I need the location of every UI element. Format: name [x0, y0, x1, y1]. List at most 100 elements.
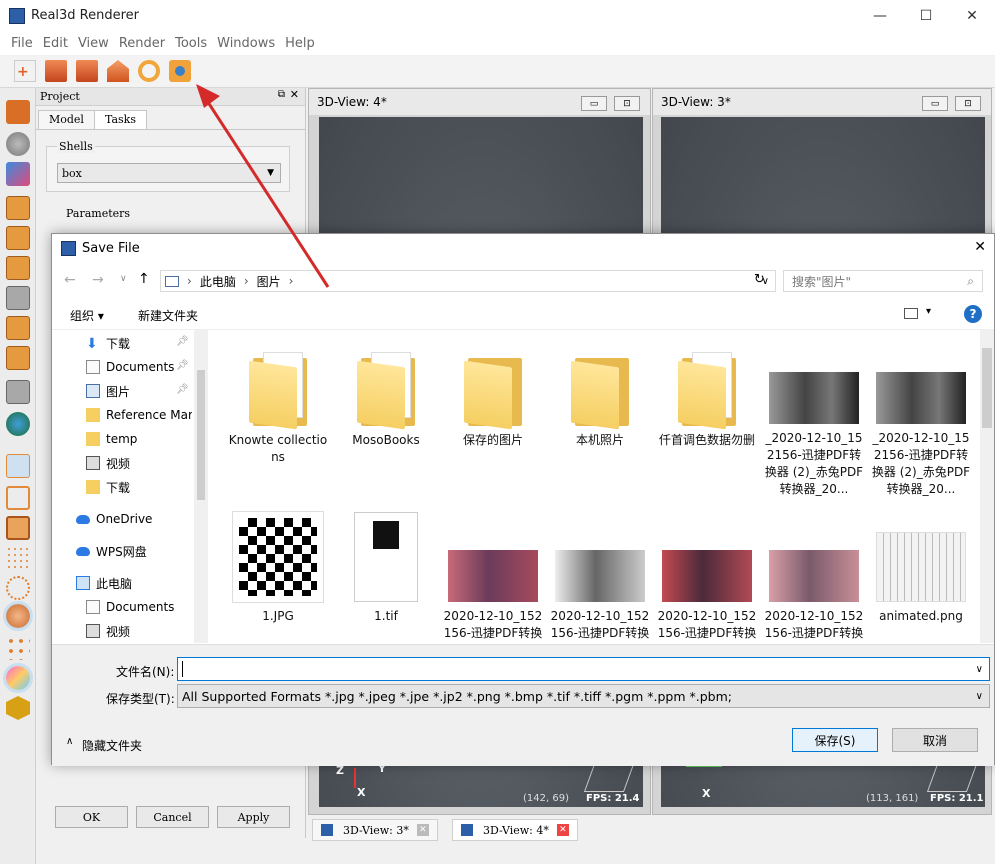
network-icon[interactable] — [6, 636, 30, 660]
file-list-scroll-thumb[interactable] — [982, 348, 992, 428]
menu-help[interactable]: Help — [285, 36, 315, 51]
file-list-scrollbar[interactable] — [980, 330, 994, 643]
back-arrow-icon[interactable]: ← — [64, 272, 76, 288]
grid-box-4-icon[interactable] — [6, 286, 30, 310]
file-tile[interactable]: 1.JPG — [228, 511, 328, 643]
refresh-address-icon[interactable]: ↻ — [754, 272, 765, 287]
tab-3d-view-3[interactable]: 3D-View: 3* ✕ — [312, 819, 438, 841]
nav-item-downloads-2[interactable]: 下载 — [86, 476, 130, 498]
file-tile[interactable]: 仟首调色数据勿删 — [657, 350, 757, 484]
pin-icon[interactable]: 📌︎ — [176, 384, 189, 395]
file-tile[interactable]: 本机照片 — [550, 350, 650, 484]
chevron-down-icon[interactable]: ∨ — [976, 664, 983, 675]
file-tile[interactable]: 2020-12-10_152156-迅捷PDF转换器 (2)_赤兔 — [443, 512, 543, 643]
grid-box-5-icon[interactable] — [6, 316, 30, 340]
nav-item-pc-documents[interactable]: Documents — [86, 596, 174, 618]
close-tab-3-icon[interactable]: ✕ — [416, 824, 429, 836]
nav-item-videos[interactable]: 视频 — [86, 452, 130, 474]
nav-scrollbar[interactable] — [194, 330, 208, 643]
recent-chevron-icon[interactable]: ∨ — [120, 274, 127, 284]
maximize-button[interactable]: ☐ — [903, 0, 949, 31]
grid-box-1-icon[interactable] — [6, 196, 30, 220]
cancel-button[interactable]: 取消 — [892, 728, 978, 752]
up-arrow-icon[interactable]: ↑ — [138, 271, 150, 287]
file-tile[interactable]: 2020-12-10_152156-迅捷PDF转换器 (2)_赤兔 — [550, 512, 650, 643]
cube-tool-icon[interactable] — [6, 100, 30, 124]
points-icon[interactable] — [6, 546, 30, 570]
filename-input[interactable]: ∨ — [177, 657, 990, 681]
pin-icon[interactable]: 📌︎ — [176, 336, 189, 347]
file-tile[interactable]: _2020-12-10_152156-迅捷PDF转换器 (2)_赤兔PDF转换器… — [871, 350, 971, 498]
new-folder-button[interactable]: 新建文件夹 — [138, 307, 198, 324]
new-project-icon[interactable]: + — [14, 60, 36, 82]
file-tile[interactable]: animated.png — [871, 512, 971, 643]
help-icon[interactable]: ? — [964, 305, 982, 323]
add-model-icon[interactable] — [76, 60, 98, 82]
minimize-button[interactable]: — — [857, 0, 903, 31]
tab-tasks[interactable]: Tasks — [93, 110, 147, 129]
open-project-icon[interactable] — [45, 60, 67, 82]
dialog-close-button[interactable]: ✕ — [974, 239, 986, 255]
organize-menu[interactable]: 组织 ▾ — [70, 307, 104, 324]
hide-folders-button[interactable]: 隐藏文件夹 — [82, 737, 142, 754]
import-scene-icon[interactable] — [107, 60, 129, 82]
file-tile[interactable]: MosoBooks — [336, 350, 436, 484]
panel-cancel-button[interactable]: Cancel — [136, 806, 209, 828]
nav-item-onedrive[interactable]: OneDrive — [76, 508, 152, 530]
file-tile[interactable]: 1.tif — [336, 512, 436, 643]
file-tile[interactable]: 2020-12-10_152156-迅捷PDF转换器 (2)_赤兔 — [764, 512, 864, 643]
view-left-minimize-button[interactable]: ▭ — [581, 96, 607, 111]
nav-item-documents[interactable]: Documents — [86, 356, 174, 378]
close-tab-4-icon[interactable]: ✕ — [556, 824, 569, 836]
menu-edit[interactable]: Edit — [43, 36, 68, 51]
pin-icon[interactable]: 📌︎ — [176, 360, 189, 371]
wire-2-icon[interactable] — [6, 516, 30, 540]
nav-item-pictures[interactable]: 图片 — [86, 380, 130, 402]
grid-box-3-icon[interactable] — [6, 256, 30, 280]
save-button[interactable]: 保存(S) — [792, 728, 878, 752]
nav-item-wps[interactable]: WPS网盘 — [76, 540, 147, 562]
nav-item-temp[interactable]: temp — [86, 428, 137, 450]
tab-3d-view-4[interactable]: 3D-View: 4* ✕ — [452, 819, 578, 841]
close-button[interactable]: ✕ — [949, 0, 995, 31]
color-sphere-icon[interactable] — [3, 663, 33, 693]
globe-tool-icon[interactable] — [6, 412, 30, 436]
grid-box-7-icon[interactable] — [6, 380, 30, 404]
nav-scroll-thumb[interactable] — [197, 370, 205, 500]
view-right-minimize-button[interactable]: ▭ — [922, 96, 948, 111]
search-input[interactable]: 搜索"图片" ⌕ — [783, 270, 983, 292]
view-right-maximize-button[interactable]: ⊡ — [955, 96, 981, 111]
chevron-up-icon[interactable]: ∧ — [66, 736, 73, 747]
menu-windows[interactable]: Windows — [217, 36, 275, 51]
hex-box-icon[interactable] — [6, 696, 30, 720]
nav-item-reference[interactable]: Reference Mar — [86, 404, 192, 426]
nav-item-pc-videos[interactable]: 视频 — [86, 620, 130, 642]
wireframe-box-icon[interactable] — [6, 454, 30, 478]
grid-box-2-icon[interactable] — [6, 226, 30, 250]
tab-model[interactable]: Model — [38, 110, 95, 129]
file-tile[interactable]: 2020-12-10_152156-迅捷PDF转换器 (2)_赤兔 — [657, 512, 757, 643]
view-mode-icon[interactable] — [904, 308, 918, 319]
menu-view[interactable]: View — [78, 36, 109, 51]
view-left-maximize-button[interactable]: ⊡ — [614, 96, 640, 111]
menu-tools[interactable]: Tools — [175, 36, 207, 51]
forward-arrow-icon[interactable]: → — [92, 272, 104, 288]
ok-button[interactable]: OK — [55, 806, 128, 828]
view-mode-chevron-icon[interactable]: ▾ — [926, 306, 931, 317]
dotted-sphere-icon[interactable] — [6, 576, 30, 600]
refresh-icon[interactable] — [138, 60, 160, 82]
solid-sphere-icon[interactable] — [3, 601, 33, 631]
file-tile[interactable]: 保存的图片 — [443, 350, 543, 484]
transform-tool-icon[interactable] — [6, 162, 30, 186]
nav-item-this-pc[interactable]: 此电脑 — [76, 572, 132, 594]
sphere-tool-icon[interactable] — [6, 132, 30, 156]
menu-render[interactable]: Render — [119, 36, 165, 51]
nav-item-downloads[interactable]: ⬇ 下载 — [86, 332, 130, 354]
grid-box-6-icon[interactable] — [6, 346, 30, 370]
menu-file[interactable]: File — [11, 36, 33, 51]
filetype-select[interactable]: All Supported Formats *.jpg *.jpeg *.jpe… — [177, 684, 990, 708]
save-screenshot-icon[interactable] — [169, 60, 191, 82]
wire-1-icon[interactable] — [6, 486, 30, 510]
file-tile[interactable]: Knowte collections — [228, 350, 328, 484]
file-tile[interactable]: _2020-12-10_152156-迅捷PDF转换器 (2)_赤兔PDF转换器… — [764, 350, 864, 498]
